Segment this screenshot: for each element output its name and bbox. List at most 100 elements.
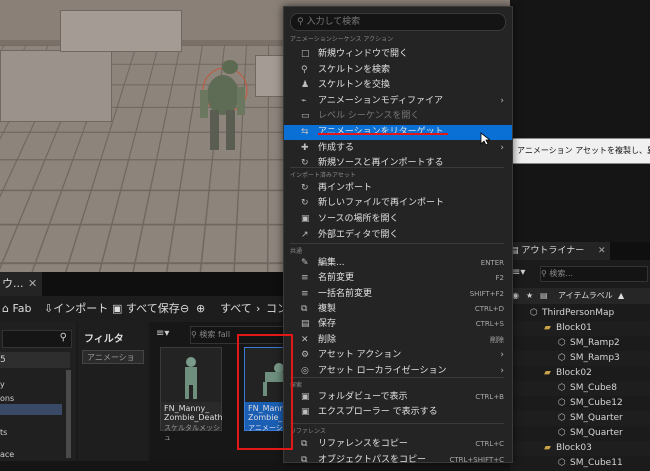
filter-icon[interactable]: ≡▾ <box>156 328 169 339</box>
chevron-right-icon: › <box>500 350 504 360</box>
modifier-icon: ⌁ <box>301 96 307 106</box>
outliner-row[interactable]: ▰ Block02 <box>510 366 650 381</box>
outliner-header: ◉ ★ ▤ アイテムラベル ▲ <box>510 288 650 304</box>
menu-item[interactable]: ↻ 新規ソースと再インポートする <box>284 156 512 171</box>
outliner-row[interactable]: ⬡ SM_Ramp2 <box>510 336 650 351</box>
outliner-row[interactable]: ⬡ SM_Cube11 <box>510 456 650 471</box>
menu-item[interactable]: □ 新規ウィンドウで開く <box>284 47 512 62</box>
menu-item-label: スケルトンを交換 <box>318 80 391 90</box>
outliner-row[interactable]: ⬡ SM_Cube8 <box>510 381 650 396</box>
menu-item[interactable]: ⧉ リファレンスをコピー CTRL+C <box>284 437 512 452</box>
outliner-row[interactable]: ⬡ ThirdPersonMap <box>510 306 650 321</box>
menu-item[interactable]: ▣ エクスプローラー で表示する <box>284 405 512 420</box>
visibility-icon[interactable]: ◉ <box>512 288 519 304</box>
sources-folder[interactable]: ons <box>0 394 14 403</box>
save-icon: ▤ <box>301 319 310 329</box>
menu-item[interactable]: ≡ 一括名前変更 SHIFT+F2 <box>284 287 512 302</box>
context-menu: ⚲ 入力して検索 アニメーションシーケンス アクション インポート済みアセット … <box>283 6 513 465</box>
fab-button[interactable]: ⌂ Fab <box>2 296 32 322</box>
menu-item-label: 保存 <box>318 319 337 329</box>
menu-item-label: 外部エディタで開く <box>318 230 399 240</box>
menu-item[interactable]: ▤ 保存 CTRL+S <box>284 317 512 332</box>
menu-item-label: スケルトンを検索 <box>318 65 391 75</box>
outliner-row[interactable]: ▰ Block03 <box>510 441 650 456</box>
menu-item[interactable]: ⚲ スケルトンを検索 <box>284 63 512 78</box>
sources-folder-selected[interactable] <box>0 404 62 415</box>
outliner-search-input[interactable]: ⚲ 検索... <box>540 266 648 282</box>
outliner-row-label: Block02 <box>556 368 592 378</box>
menu-item[interactable]: ≡ 名前変更 F2 <box>284 271 512 286</box>
new-window-icon: □ <box>301 49 310 59</box>
menu-item[interactable]: ✎ 編集... ENTER <box>284 256 512 271</box>
close-icon[interactable]: ✕ <box>28 272 37 296</box>
localize-icon: ◎ <box>301 366 309 376</box>
outliner-row[interactable]: ▰ Block01 <box>510 321 650 336</box>
outliner-row[interactable]: ⬡ SM_Quarter <box>510 426 650 441</box>
folder-icon: ▣ <box>301 407 310 417</box>
filters-title: フィルタ <box>84 334 124 345</box>
asset-search-placeholder: 検索 fall <box>199 330 231 339</box>
star-icon[interactable]: ★ <box>526 288 533 304</box>
outliner-row-label: ThirdPersonMap <box>542 308 615 318</box>
outliner-row-label: Block03 <box>556 443 592 453</box>
asset-name: FN_Manny_ Zombie_Death <box>164 404 223 422</box>
content-browser-tab-bar: ウ... ✕ <box>0 272 290 296</box>
menu-item[interactable]: ◎ アセット ローカライゼーション › <box>284 364 512 379</box>
create-icon: ✚ <box>301 143 309 153</box>
asset-preview <box>161 348 221 402</box>
sources-folder-root[interactable]: 5 <box>0 352 70 368</box>
close-icon[interactable]: ✕ <box>598 242 606 260</box>
menu-item[interactable]: ▣ ソースの場所を開く <box>284 212 512 227</box>
outliner-row[interactable]: ⬡ SM_Ramp3 <box>510 351 650 366</box>
menu-item-label: レベル シーケンスを開く <box>318 111 420 121</box>
menu-item-label: アセット ローカライゼーション <box>318 366 447 376</box>
asset-thumbnail[interactable]: FN_Manny_ Zombie_Death スケルタルメッシュ <box>160 347 223 442</box>
outliner-row[interactable]: ⬡ SM_Cube12 <box>510 396 650 411</box>
lock-icon[interactable]: ▤ <box>540 288 548 304</box>
tab-outliner[interactable]: ▤ アウトライナー ✕ <box>510 242 610 260</box>
menu-item[interactable]: ⚙ アセット アクション › <box>284 348 512 363</box>
menu-item[interactable]: ⌁ アニメーションモディファイア › <box>284 94 512 109</box>
menu-item-label: リファレンスをコピー <box>318 439 408 449</box>
sources-search-input[interactable]: ⚲ <box>2 330 72 348</box>
save-all-label: すべて保存 <box>125 302 180 315</box>
folder-icon: ▰ <box>544 443 551 453</box>
forward-button[interactable]: ⊕ <box>196 296 205 322</box>
mesh-icon: ⬡ <box>558 398 566 408</box>
sources-folder[interactable]: y <box>0 380 5 389</box>
section-header: 共通 <box>290 248 303 255</box>
retarget-icon: ⇆ <box>301 127 309 137</box>
menu-item[interactable]: ↻ 再インポート <box>284 181 512 196</box>
outliner-row-label: Block01 <box>556 323 592 333</box>
column-item-label[interactable]: アイテムラベル <box>558 288 613 304</box>
back-button[interactable]: ⊖ <box>180 296 189 322</box>
divider <box>290 423 504 424</box>
menu-item[interactable]: ✕ 削除 削除 <box>284 333 512 348</box>
menu-item[interactable]: ♟ スケルトンを交換 <box>284 78 512 93</box>
sources-folder[interactable]: ts <box>0 428 7 437</box>
import-button[interactable]: ⇩インポート <box>44 296 108 322</box>
menu-item-label: フォルダビューで表示 <box>318 392 408 402</box>
sources-folder[interactable]: ace <box>0 450 14 459</box>
filter-chip-animation[interactable]: アニメーショ <box>82 350 144 364</box>
fab-icon: ⌂ <box>2 302 9 315</box>
outliner-row[interactable]: ⬡ SM_Quarter <box>510 411 650 426</box>
section-header: アニメーションシーケンス アクション <box>290 36 394 43</box>
tab-content-browser[interactable]: ウ... ✕ <box>0 272 42 296</box>
sources-scrollbar[interactable] <box>66 370 71 458</box>
menu-item[interactable]: ⧉ 複製 CTRL+D <box>284 302 512 317</box>
menu-item[interactable]: ↻ 新しいファイルで再インポート <box>284 196 512 211</box>
folder-icon: ▰ <box>544 368 551 378</box>
menu-item[interactable]: ▣ フォルダビューで表示 CTRL+B <box>284 390 512 405</box>
menu-search-input[interactable]: ⚲ 入力して検索 <box>290 13 506 31</box>
menu-item[interactable]: ▭ レベル シーケンスを開く <box>284 109 512 124</box>
menu-item[interactable]: ✚ 作成する › <box>284 141 512 156</box>
path-separator-icon: › <box>256 302 261 315</box>
save-all-button[interactable]: ▣ すべて保存 <box>112 296 180 322</box>
path-all[interactable]: すべて <box>220 296 252 322</box>
menu-item-shortcut: 削除 <box>490 336 504 344</box>
menu-item[interactable]: ↗ 外部エディタで開く <box>284 228 512 243</box>
external-icon: ↗ <box>301 230 309 240</box>
filter-icon[interactable]: ≡▾ <box>512 267 525 278</box>
viewport-block <box>0 50 112 122</box>
